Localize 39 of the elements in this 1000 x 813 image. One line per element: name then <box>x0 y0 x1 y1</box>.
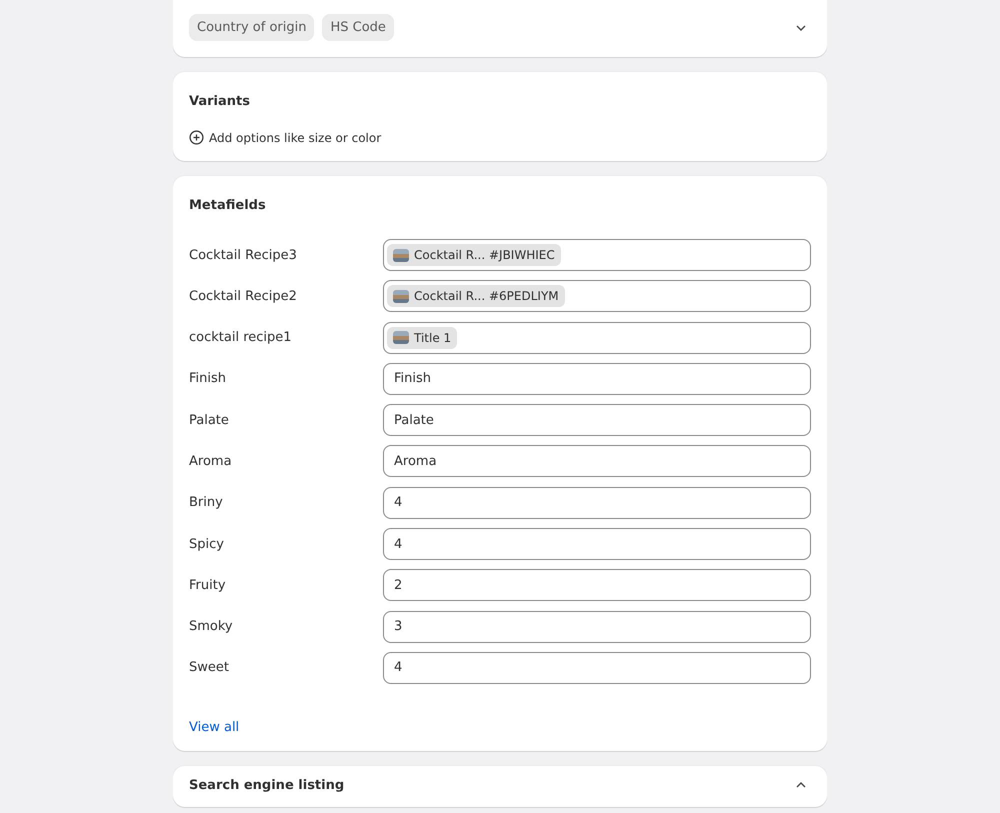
reference-label: Title 1 <box>414 330 452 345</box>
thumbnail-placeholder <box>393 248 409 262</box>
field-label: Sweet <box>189 660 230 676</box>
field-label: Spicy <box>189 536 225 552</box>
input-field[interactable]: Finish <box>383 362 811 395</box>
thumbnail-placeholder <box>393 290 409 303</box>
reference-field[interactable]: Cocktail R... #JBIWHIEC <box>383 239 811 271</box>
field-label: Aroma <box>189 454 233 469</box>
reference-field[interactable]: Title 1 <box>383 322 811 354</box>
input-field[interactable]: 2 <box>383 569 811 602</box>
thumbnail-placeholder <box>393 331 409 344</box>
input-field[interactable]: 4 <box>383 528 811 560</box>
field-label: Cocktail Recipe2 <box>189 288 298 304</box>
reference-chip[interactable]: Cocktail R... #6PEDLIYM <box>387 285 565 308</box>
reference-chip[interactable]: Title 1 <box>387 326 458 349</box>
input-field[interactable]: 3 <box>383 610 811 643</box>
field-label: cocktail recipe1 <box>189 330 293 346</box>
field-label: Cocktail Recipe3 <box>189 248 298 262</box>
tag: HS Code <box>322 14 394 41</box>
reference-field[interactable]: Cocktail R... #6PEDLIYM <box>383 280 811 312</box>
tag: Country of origin <box>189 14 314 41</box>
card-title: Variants <box>189 94 251 109</box>
field-label: Briny <box>189 495 224 510</box>
input-field[interactable]: 4 <box>383 652 811 684</box>
reference-label: Cocktail R... #JBIWHIEC <box>414 248 555 262</box>
add-circle-icon <box>189 130 204 145</box>
input-field[interactable]: Palate <box>383 404 811 436</box>
card-title: Metafields <box>189 198 267 213</box>
input-field[interactable]: Aroma <box>383 445 811 478</box>
card-title: Search engine listing <box>189 778 344 793</box>
field-label: Fruity <box>189 578 227 593</box>
input-field[interactable]: 4 <box>383 486 811 519</box>
field-label: Smoky <box>189 619 234 634</box>
reference-label: Cocktail R... #6PEDLIYM <box>414 289 559 304</box>
reference-chip[interactable]: Cocktail R... #JBIWHIEC <box>387 244 561 266</box>
view-all-link[interactable]: View all <box>189 720 240 735</box>
field-label: Finish <box>189 371 228 386</box>
add-options-button[interactable]: Add options like size or color <box>189 130 382 145</box>
field-label: Palate <box>189 412 230 428</box>
